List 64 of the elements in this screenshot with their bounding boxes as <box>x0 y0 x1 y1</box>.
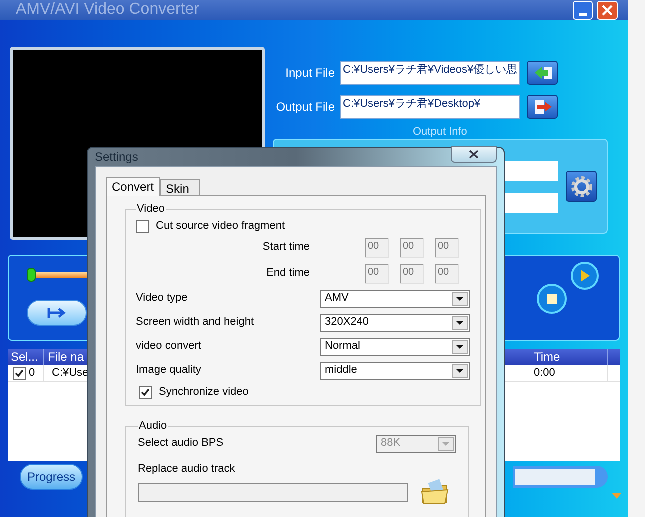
input-file-field[interactable]: C:¥Users¥ラチ君¥Videos¥優しい思 <box>340 61 520 85</box>
table-cell: 0:00 <box>530 365 608 381</box>
slider-thumb[interactable] <box>27 268 36 282</box>
time-field[interactable]: 00 <box>365 264 389 284</box>
open-folder-button[interactable] <box>420 479 450 505</box>
field-label: video convert <box>136 339 202 354</box>
checkbox-label: Cut source video fragment <box>156 219 286 234</box>
field-label: Video type <box>136 291 189 306</box>
audio-track-field[interactable] <box>138 482 408 502</box>
field-label: Screen width and height <box>136 315 256 330</box>
stop-icon <box>547 294 557 304</box>
input-file-label: Input File <box>284 65 335 82</box>
save-file-button[interactable] <box>527 95 558 119</box>
checkbox[interactable] <box>139 386 152 399</box>
table-cell-text: C:¥Use <box>51 366 90 381</box>
window-title: AMV/AVI Video Converter <box>16 0 200 20</box>
close-button[interactable] <box>451 146 497 162</box>
dropdown[interactable]: 320X240 <box>320 314 470 332</box>
checkbox[interactable] <box>13 366 26 380</box>
open-file-button[interactable] <box>527 61 558 85</box>
info-field <box>503 160 558 180</box>
checkbox-label: Synchronize video <box>159 385 249 400</box>
output-file-label: Output File <box>275 99 335 116</box>
info-field <box>503 192 558 212</box>
settings-button[interactable] <box>566 171 597 202</box>
group-legend: Audio <box>138 418 168 434</box>
time-field[interactable]: 00 <box>435 264 459 284</box>
right-arrow-icon <box>47 307 67 319</box>
dropdown[interactable]: AMV <box>320 290 470 308</box>
dropdown[interactable]: Normal <box>320 338 470 356</box>
column-header[interactable]: Sel... <box>8 349 44 365</box>
close-icon <box>602 4 613 16</box>
time-field[interactable]: 00 <box>365 238 389 258</box>
output-info-label: Output Info <box>413 126 468 138</box>
play-icon <box>580 270 590 282</box>
gear-icon <box>570 174 594 198</box>
open-file-icon <box>532 65 552 81</box>
tab[interactable]: Skin <box>160 179 200 195</box>
minimize-button[interactable] <box>573 0 593 20</box>
down-arrow-icon <box>612 493 622 499</box>
table-cell-text: 0 <box>29 366 36 381</box>
arrow-button[interactable] <box>27 300 87 326</box>
tab[interactable]: Convert <box>106 177 160 196</box>
close-icon <box>469 150 479 158</box>
folder-icon <box>421 479 449 505</box>
output-file-field[interactable]: C:¥Users¥ラチ君¥Desktop¥ <box>340 95 520 119</box>
field-label: Image quality <box>136 363 202 378</box>
progress-button[interactable]: Progress <box>20 464 83 490</box>
time-field[interactable]: 00 <box>435 238 459 258</box>
field-label: Replace audio track <box>138 462 236 476</box>
group-legend: Video <box>136 201 166 218</box>
checkbox[interactable] <box>136 220 149 233</box>
column-header[interactable]: Time <box>530 349 608 365</box>
time-label: Start time <box>262 240 310 256</box>
minimize-icon <box>579 12 587 16</box>
stop-button[interactable] <box>537 284 567 314</box>
time-field[interactable]: 00 <box>400 264 424 284</box>
save-file-icon <box>532 99 552 115</box>
play-button[interactable] <box>571 262 599 290</box>
dialog-title: Settings <box>95 149 140 166</box>
dropdown[interactable]: middle <box>320 362 470 380</box>
time-field[interactable]: 00 <box>400 238 424 258</box>
field-label: Select audio BPS <box>138 436 225 452</box>
time-label: End time <box>266 266 310 282</box>
